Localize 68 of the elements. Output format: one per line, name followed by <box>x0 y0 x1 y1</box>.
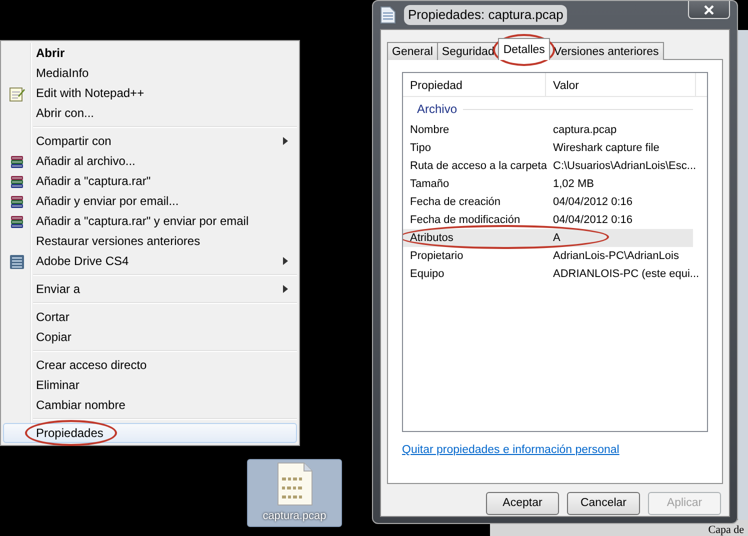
menu-item[interactable]: Cortar <box>3 307 297 327</box>
table-cell-text: Fecha de modificación <box>409 212 522 228</box>
window-title: Propiedades: captura.pcap <box>404 5 568 25</box>
table-row[interactable]: Propietario AdrianLois-PC\AdrianLois <box>403 247 693 265</box>
archive-books-icon <box>9 174 25 190</box>
menu-item[interactable]: MediaInfo <box>3 63 297 83</box>
menu-item[interactable]: Enviar a <box>3 279 297 299</box>
table-cell-text: AdrianLois-PC\AdrianLois <box>552 248 679 264</box>
table-row[interactable]: Fecha de modificación 04/04/2012 0:16 <box>403 211 693 229</box>
table-row[interactable]: Nombre captura.pcap <box>403 121 693 139</box>
dialog-button[interactable]: Cancelar <box>567 492 640 515</box>
table-row[interactable]: Atributos A <box>403 229 693 247</box>
archive-books-icon <box>9 214 25 230</box>
menu-item[interactable]: Eliminar <box>3 375 297 395</box>
notepad-icon <box>9 86 25 102</box>
background-text: Capa de <box>708 523 744 536</box>
table-row[interactable]: Tipo Wireshark capture file <box>403 139 693 157</box>
column-header[interactable]: Propiedad <box>403 73 546 96</box>
table-cell-text: 04/04/2012 0:16 <box>552 194 633 210</box>
menu-item[interactable]: Añadir a "captura.rar" <box>3 171 297 191</box>
menu-item[interactable]: Añadir a "captura.rar" y enviar por email <box>3 211 297 231</box>
table-cell-text: Propietario <box>409 248 464 264</box>
table-row[interactable]: Tamaño 1,02 MB <box>403 175 693 193</box>
table-cell-text: ADRIANLOIS-PC (este equi... <box>552 266 700 282</box>
submenu-arrow-icon <box>283 285 288 293</box>
table-cell-text: Fecha de creación <box>409 194 502 210</box>
menu-item[interactable]: Edit with Notepad++ <box>3 83 297 103</box>
table-row[interactable]: Fecha de creación 04/04/2012 0:16 <box>403 193 693 211</box>
remove-properties-link[interactable]: Quitar propiedades e información personal <box>402 442 620 460</box>
table-cell-text: Wireshark capture file <box>552 140 660 156</box>
archive-books-icon <box>9 154 25 170</box>
document-icon <box>380 6 396 24</box>
binary-file-icon <box>276 462 312 506</box>
table-cell-text: Equipo <box>409 266 446 282</box>
menu-item[interactable]: Abrir <box>3 43 297 63</box>
file-name: captura.pcap <box>262 508 326 524</box>
table-cell-text: 04/04/2012 0:16 <box>552 212 633 228</box>
menu-item[interactable]: Compartir con <box>3 131 297 151</box>
archive-books-icon <box>9 194 25 210</box>
table-cell-text: Tamaño <box>409 176 450 192</box>
table-cell-text: Atributos <box>409 230 454 246</box>
tab[interactable]: Seguridad <box>436 42 500 60</box>
menu-item[interactable]: Restaurar versiones anteriores <box>3 231 297 251</box>
menu-item[interactable]: Cambiar nombre <box>3 395 297 415</box>
submenu-arrow-icon <box>283 257 288 265</box>
menu-item[interactable]: Añadir y enviar por email... <box>3 191 297 211</box>
menu-item[interactable]: Copiar <box>3 327 297 347</box>
menu-item[interactable]: Abrir con... <box>3 103 297 123</box>
menu-item[interactable]: Adobe Drive CS4 <box>3 251 297 271</box>
dialog-button[interactable]: Aceptar <box>486 492 559 515</box>
drive-icon <box>9 254 25 270</box>
submenu-arrow-icon <box>283 137 288 145</box>
column-header[interactable]: Valor <box>546 73 696 96</box>
table-cell-text: captura.pcap <box>552 122 617 138</box>
menu-item[interactable]: Añadir al archivo... <box>3 151 297 171</box>
close-button[interactable] <box>688 1 730 19</box>
tab[interactable]: Versiones anteriores <box>548 42 664 60</box>
menu-item[interactable]: Propiedades <box>3 423 297 443</box>
tab[interactable]: General <box>387 42 438 60</box>
group-header: Archivo <box>417 101 458 118</box>
close-icon <box>704 4 714 14</box>
table-cell-text: Nombre <box>409 122 450 138</box>
table-cell-text: Ruta de acceso a la carpeta <box>409 158 548 174</box>
table-cell-text: A <box>552 230 560 246</box>
menu-item[interactable]: Crear acceso directo <box>3 355 297 375</box>
tab[interactable]: Detalles <box>498 38 550 60</box>
table-cell-text: Tipo <box>409 140 432 156</box>
table-cell-text: 1,02 MB <box>552 176 594 192</box>
